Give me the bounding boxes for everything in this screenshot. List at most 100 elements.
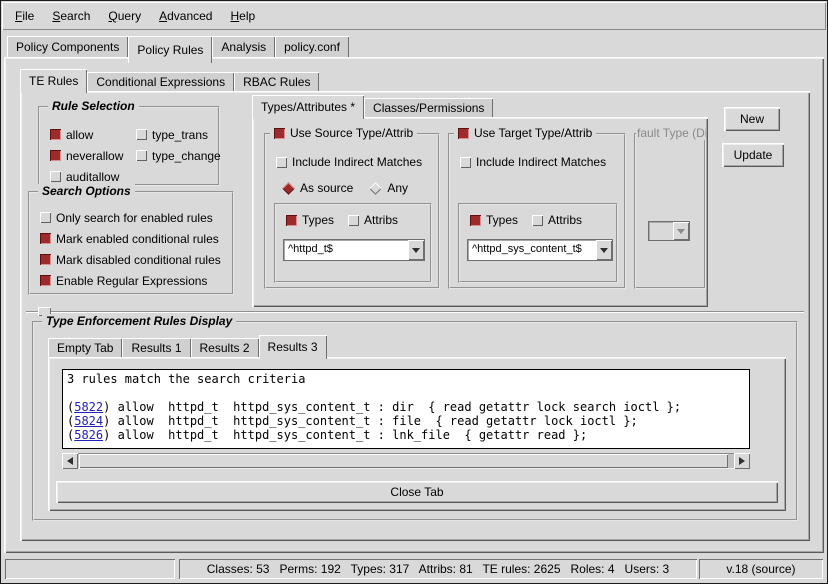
tab-policy-conf[interactable]: policy.conf	[275, 36, 349, 57]
rule-selection-group: Rule Selection allow type_trans neverall…	[38, 106, 220, 186]
target-type-group: Use Target Type/Attrib Include Indirect …	[448, 133, 626, 289]
combobox-default-type	[648, 221, 690, 241]
menu-query[interactable]: Query	[99, 6, 150, 26]
rule-number-link[interactable]: 5822	[74, 400, 103, 414]
checkbox-indicator	[532, 215, 543, 226]
chevron-down-icon	[600, 248, 608, 253]
radio-indicator	[369, 182, 382, 195]
statusbar-stats: Classes: 53 Perms: 192 Types: 317 Attrib…	[179, 559, 697, 579]
checkbox-source-indirect[interactable]: Include Indirect Matches	[276, 155, 422, 169]
tab-results-1[interactable]: Results 1	[122, 338, 190, 357]
scroll-left-button[interactable]	[62, 453, 78, 469]
results-panel: 3 rules match the search criteria (5822)…	[48, 357, 786, 511]
checkbox-indicator	[460, 157, 471, 168]
checkbox-indicator	[50, 171, 61, 182]
update-button[interactable]: Update	[722, 143, 784, 167]
checkbox-enable-regex[interactable]: Enable Regular Expressions	[40, 274, 221, 288]
rule-line: (5824) allow httpd_t httpd_sys_content_t…	[67, 414, 745, 428]
rule-number-link[interactable]: 5824	[74, 414, 103, 428]
checkbox-indicator	[286, 215, 297, 226]
menu-bar: File Search Query Advanced Help	[2, 2, 826, 30]
checkbox-target-indirect[interactable]: Include Indirect Matches	[460, 155, 606, 169]
source-direction-radios: As source Any	[282, 181, 408, 195]
checkbox-indicator	[348, 215, 359, 226]
new-button[interactable]: New	[724, 107, 780, 131]
tab-policy-rules[interactable]: Policy Rules	[128, 36, 212, 63]
results-tab-bar: Empty Tab Results 1 Results 2 Results 3	[48, 335, 327, 359]
chevron-down-icon	[677, 229, 685, 234]
tab-analysis[interactable]: Analysis	[212, 36, 275, 57]
checkbox-type-trans[interactable]: type_trans	[136, 128, 221, 142]
scrollbar-trough[interactable]	[78, 453, 734, 469]
chevron-down-icon	[412, 248, 420, 253]
search-options-title: Search Options	[38, 184, 135, 198]
tab-classes-permissions[interactable]: Classes/Permissions	[364, 98, 493, 117]
menu-advanced[interactable]: Advanced	[150, 6, 221, 26]
use-source-toggle[interactable]: Use Source Type/Attrib	[270, 126, 417, 140]
source-type-dropdown-button[interactable]	[408, 240, 424, 260]
results-text-area[interactable]: 3 rules match the search criteria (5822)…	[62, 369, 750, 449]
checkbox-indicator	[276, 157, 287, 168]
checkbox-neverallow[interactable]: neverallow	[50, 149, 136, 163]
horizontal-scrollbar[interactable]	[62, 453, 750, 469]
rule-line: (5822) allow httpd_t httpd_sys_content_t…	[67, 400, 745, 414]
checkbox-auditallow[interactable]: auditallow	[50, 170, 136, 184]
target-type-input[interactable]: ^httpd_sys_content_t$	[468, 240, 596, 260]
checkbox-type-change[interactable]: type_change	[136, 149, 221, 163]
rule-type-checkboxes: allow type_trans neverallow type_change …	[50, 124, 221, 187]
combobox-source-type: ^httpd_t$	[283, 239, 425, 261]
blank-line	[67, 386, 745, 400]
checkbox-source-types[interactable]: Types	[286, 213, 334, 227]
checkbox-source-attribs[interactable]: Attribs	[348, 213, 398, 227]
checkbox-target-attribs[interactable]: Attribs	[532, 213, 582, 227]
checkbox-indicator	[40, 212, 51, 223]
source-type-group: Use Source Type/Attrib Include Indirect …	[264, 133, 440, 289]
scrollbar-thumb[interactable]	[79, 454, 728, 468]
app-window: File Search Query Advanced Help Policy C…	[0, 0, 828, 584]
source-kind-checkboxes: Types Attribs	[286, 213, 398, 227]
checkbox-allow[interactable]: allow	[50, 128, 136, 142]
tab-rbac-rules[interactable]: RBAC Rules	[234, 72, 319, 91]
tab-results-2[interactable]: Results 2	[191, 338, 259, 357]
tab-conditional-expressions[interactable]: Conditional Expressions	[87, 72, 234, 91]
checkbox-indicator	[40, 233, 51, 244]
tab-empty[interactable]: Empty Tab	[48, 338, 122, 357]
checkbox-mark-enabled-conditional[interactable]: Mark enabled conditional rules	[40, 232, 221, 246]
checkbox-mark-disabled-conditional[interactable]: Mark disabled conditional rules	[40, 253, 221, 267]
checkbox-indicator	[40, 275, 51, 286]
default-type-group: fault Type (Disa	[634, 133, 706, 289]
rules-tab-bar: TE Rules Conditional Expressions RBAC Ru…	[20, 69, 319, 93]
statusbar-left	[5, 559, 175, 579]
default-type-input	[649, 222, 673, 240]
types-attributes-panel: Use Source Type/Attrib Include Indirect …	[252, 117, 708, 307]
pane-divider[interactable]	[26, 311, 804, 313]
rule-number-link[interactable]: 5826	[74, 428, 103, 442]
tab-results-3[interactable]: Results 3	[259, 335, 327, 359]
target-type-dropdown-button[interactable]	[596, 240, 612, 260]
menu-file[interactable]: File	[6, 6, 43, 26]
checkbox-target-types[interactable]: Types	[470, 213, 518, 227]
tab-te-rules[interactable]: TE Rules	[20, 69, 87, 93]
tab-policy-components[interactable]: Policy Components	[7, 36, 128, 57]
radio-as-source[interactable]: As source	[282, 181, 353, 195]
checkbox-indicator	[136, 129, 147, 140]
results-group: Type Enforcement Rules Display Empty Tab…	[32, 321, 798, 521]
tab-types-attributes[interactable]: Types/Attributes *	[252, 95, 364, 119]
rule-line: (5826) allow httpd_t httpd_sys_content_t…	[67, 428, 745, 442]
target-types-attribs-frame: Types Attribs ^httpd_sys_content_t$	[458, 203, 618, 283]
source-type-input[interactable]: ^httpd_t$	[284, 240, 408, 260]
checkbox-indicator	[50, 150, 61, 161]
checkbox-indicator	[40, 254, 51, 265]
checkbox-only-enabled-rules[interactable]: Only search for enabled rules	[40, 211, 221, 225]
scroll-left-icon	[67, 457, 73, 465]
radio-any[interactable]: Any	[369, 181, 408, 195]
results-summary: 3 rules match the search criteria	[67, 372, 745, 386]
close-tab-button[interactable]: Close Tab	[56, 481, 778, 503]
radio-indicator	[282, 182, 295, 195]
source-types-attribs-frame: Types Attribs ^httpd_t$	[274, 203, 432, 283]
use-target-toggle[interactable]: Use Target Type/Attrib	[454, 126, 596, 140]
menu-search[interactable]: Search	[43, 6, 99, 26]
checkbox-indicator	[136, 150, 147, 161]
menu-help[interactable]: Help	[221, 6, 264, 26]
scroll-right-button[interactable]	[734, 453, 750, 469]
